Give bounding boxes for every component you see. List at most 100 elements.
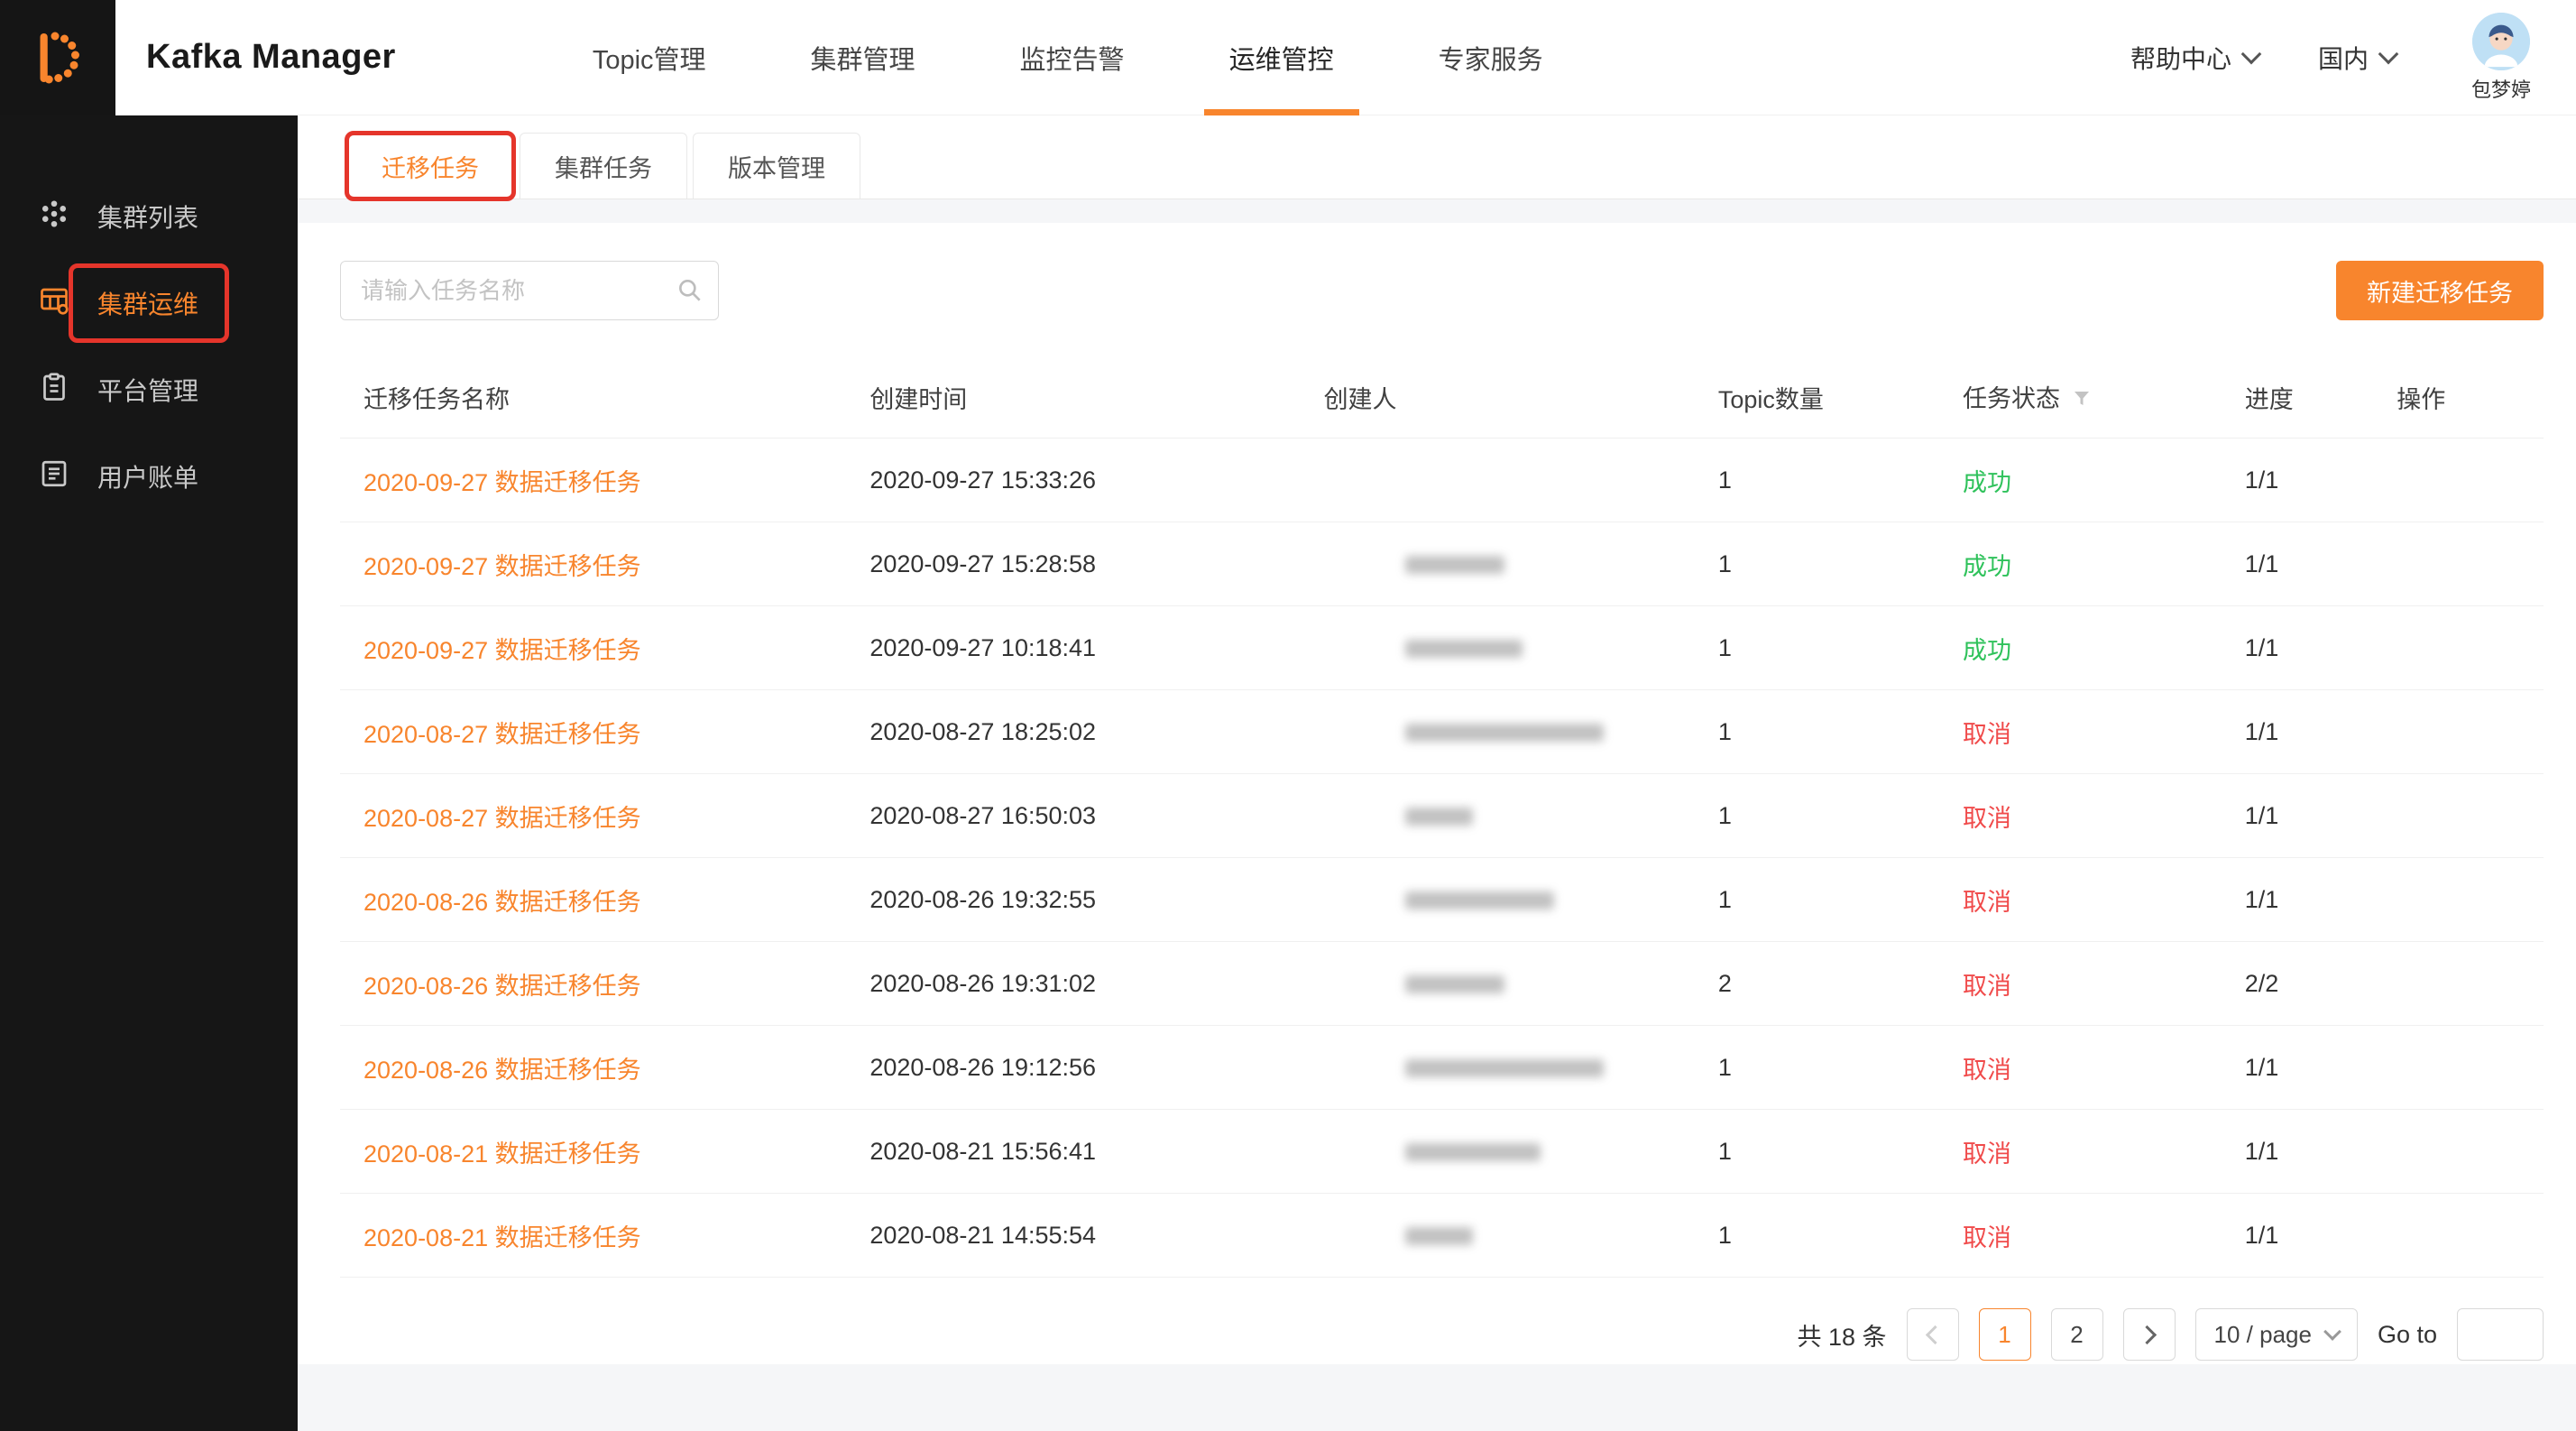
table-header: 迁移任务名称创建时间创建人Topic数量任务状态进度操作 [340, 356, 2544, 439]
region-select[interactable]: 国内 [2318, 40, 2396, 76]
goto-page-input[interactable] [2457, 1308, 2544, 1361]
cell-status: 取消 [1962, 942, 2244, 1026]
task-link[interactable]: 2020-08-27 数据迁移任务 [363, 805, 641, 832]
table-row: 2020-08-26 数据迁移任务2020-08-26 19:31:022取消2… [340, 942, 2544, 1026]
goto-label: Go to [2378, 1321, 2437, 1349]
task-link[interactable]: 2020-08-27 数据迁移任务 [363, 721, 641, 748]
cell-task-name: 2020-08-26 数据迁移任务 [340, 858, 869, 942]
column-header-label: 任务状态 [1963, 385, 2060, 412]
creator-redacted [1405, 1059, 1604, 1077]
nav-item-cluster[interactable]: 集群管理 [759, 0, 968, 115]
platform-manage-icon [38, 371, 94, 410]
content-card: 新建迁移任务 迁移任务名称创建时间创建人Topic数量任务状态进度操作 2020… [298, 223, 2576, 1364]
cell-creator [1323, 774, 1717, 858]
cell-status: 取消 [1962, 690, 2244, 774]
cell-created-time: 2020-08-26 19:12:56 [869, 1026, 1322, 1110]
cell-creator [1323, 690, 1717, 774]
brand-logo [0, 0, 115, 115]
task-link[interactable]: 2020-08-26 数据迁移任务 [363, 973, 641, 1000]
sidebar-item-cluster-list[interactable]: 集群列表 [0, 173, 298, 260]
cell-progress: 1/1 [2244, 439, 2397, 522]
cell-created-time: 2020-08-27 18:25:02 [869, 690, 1322, 774]
cell-topic-count: 1 [1717, 439, 1962, 522]
chevron-down-icon [2241, 43, 2262, 64]
sidebar-item-platform-manage[interactable]: 平台管理 [0, 346, 298, 433]
user-avatar[interactable] [2472, 13, 2530, 70]
status-badge: 取消 [1963, 1224, 2011, 1251]
table-row: 2020-08-21 数据迁移任务2020-08-21 15:56:411取消1… [340, 1110, 2544, 1194]
task-link[interactable]: 2020-08-26 数据迁移任务 [363, 889, 641, 916]
pagination-page-1[interactable]: 1 [1979, 1308, 2031, 1361]
sidebar-item-label: 集群列表 [94, 198, 202, 235]
tab-label: 版本管理 [728, 149, 825, 184]
cell-progress: 1/1 [2244, 858, 2397, 942]
cell-actions [2396, 942, 2544, 1026]
tab-cluster-tasks[interactable]: 集群任务 [520, 133, 687, 198]
nav-item-ops[interactable]: 运维管控 [1177, 0, 1386, 115]
cell-task-name: 2020-08-21 数据迁移任务 [340, 1110, 869, 1194]
cell-progress: 1/1 [2244, 1026, 2397, 1110]
nav-item-monitor[interactable]: 监控告警 [968, 0, 1177, 115]
creator-redacted [1405, 891, 1554, 909]
create-migration-task-button[interactable]: 新建迁移任务 [2336, 261, 2544, 320]
cell-progress: 1/1 [2244, 1194, 2397, 1278]
main-content: 迁移任务集群任务版本管理 新建迁移任务 迁移任务名称创建时间创建人Topic数量… [298, 115, 2576, 1431]
cell-topic-count: 1 [1717, 522, 1962, 606]
help-center-label: 帮助中心 [2130, 40, 2231, 76]
table-row: 2020-08-26 数据迁移任务2020-08-26 19:32:551取消1… [340, 858, 2544, 942]
pagination: 共 18 条1210 / pageGo to [340, 1308, 2544, 1361]
column-header-label: 迁移任务名称 [363, 386, 510, 413]
help-center-menu[interactable]: 帮助中心 [2130, 40, 2259, 76]
creator-redacted [1405, 1143, 1541, 1161]
task-link[interactable]: 2020-08-21 数据迁移任务 [363, 1224, 641, 1251]
tab-label: 迁移任务 [382, 149, 479, 184]
sidebar: 集群列表集群运维平台管理用户账单 [0, 115, 298, 1431]
cell-creator [1323, 1026, 1717, 1110]
task-link[interactable]: 2020-08-26 数据迁移任务 [363, 1057, 641, 1084]
creator-redacted [1405, 556, 1504, 574]
tab-version-manage[interactable]: 版本管理 [693, 133, 860, 198]
task-link[interactable]: 2020-08-21 数据迁移任务 [363, 1140, 641, 1168]
cell-status: 成功 [1962, 439, 2244, 522]
cell-actions [2396, 774, 2544, 858]
status-badge: 取消 [1963, 721, 2011, 748]
tab-migration-tasks[interactable]: 迁移任务 [346, 133, 514, 198]
region-label: 国内 [2318, 40, 2369, 76]
status-badge: 取消 [1963, 805, 2011, 832]
cell-task-name: 2020-08-27 数据迁移任务 [340, 774, 869, 858]
filter-icon[interactable] [2071, 388, 2093, 416]
cell-actions [2396, 1110, 2544, 1194]
pagination-next[interactable] [2123, 1308, 2176, 1361]
tab-bar: 迁移任务 集群任务 版本管理 [298, 115, 2576, 199]
cell-task-name: 2020-08-27 数据迁移任务 [340, 690, 869, 774]
sidebar-item-cluster-ops[interactable]: 集群运维 [0, 260, 298, 346]
chevron-down-icon [2323, 1323, 2341, 1341]
cell-actions [2396, 606, 2544, 690]
page-size-select[interactable]: 10 / page [2195, 1308, 2358, 1361]
search-input[interactable] [340, 261, 719, 320]
header-right: 帮助中心 国内 包梦婷 [2071, 13, 2576, 103]
cell-actions [2396, 858, 2544, 942]
nav-item-expert[interactable]: 专家服务 [1386, 0, 1596, 115]
top-header: Kafka Manager Topic管理集群管理监控告警运维管控专家服务 帮助… [0, 0, 2576, 115]
creator-redacted [1405, 975, 1504, 993]
task-link[interactable]: 2020-09-27 数据迁移任务 [363, 469, 641, 496]
column-header: 进度 [2244, 356, 2397, 439]
cell-topic-count: 2 [1717, 942, 1962, 1026]
user-menu[interactable]: 包梦婷 [2471, 13, 2531, 103]
task-link[interactable]: 2020-09-27 数据迁移任务 [363, 637, 641, 664]
sidebar-item-user-billing[interactable]: 用户账单 [0, 433, 298, 520]
cell-creator [1323, 1110, 1717, 1194]
nav-item-topic[interactable]: Topic管理 [540, 0, 759, 115]
pagination-prev[interactable] [1907, 1308, 1959, 1361]
cell-topic-count: 1 [1717, 606, 1962, 690]
task-link[interactable]: 2020-09-27 数据迁移任务 [363, 553, 641, 580]
cell-topic-count: 1 [1717, 1194, 1962, 1278]
status-badge: 成功 [1963, 469, 2011, 496]
table-row: 2020-08-27 数据迁移任务2020-08-27 16:50:031取消1… [340, 774, 2544, 858]
column-header-label: 创建人 [1324, 386, 1397, 413]
column-header-label: 进度 [2245, 386, 2294, 413]
cell-actions [2396, 439, 2544, 522]
pagination-page-2[interactable]: 2 [2051, 1308, 2103, 1361]
cell-creator [1323, 606, 1717, 690]
